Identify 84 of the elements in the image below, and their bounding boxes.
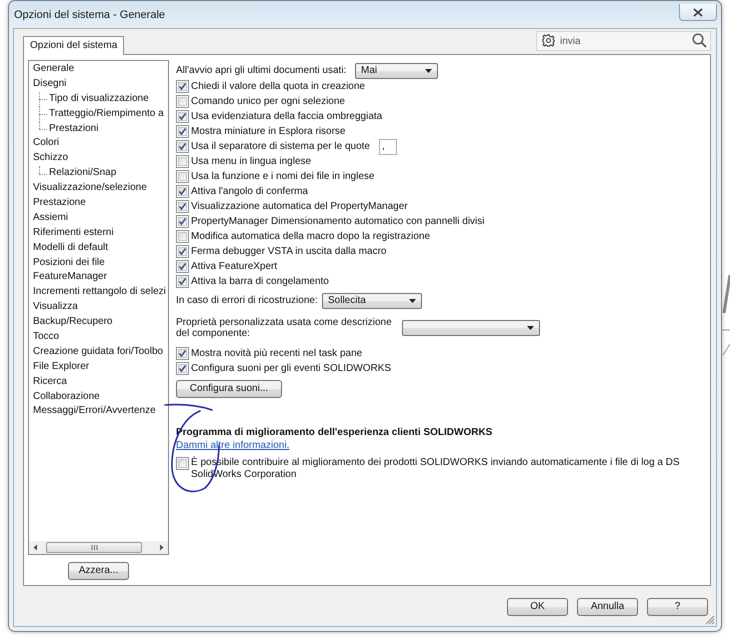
checkbox-label[interactable]: Configura suoni per gli eventi SOLIDWORKS xyxy=(191,362,392,374)
checkbox-label[interactable]: Comando unico per ogni selezione xyxy=(191,96,345,108)
tree-item[interactable]: Prestazione xyxy=(33,196,168,211)
caret-icon xyxy=(527,326,534,330)
checkbox[interactable] xyxy=(176,245,189,258)
tree-item[interactable]: FeatureManager xyxy=(33,270,168,286)
scrollbar-thumb[interactable] xyxy=(46,542,142,553)
tree-item[interactable]: Tocco xyxy=(33,330,168,345)
checkbox[interactable] xyxy=(176,457,189,470)
tab[interactable]: Opzioni del sistema xyxy=(23,36,124,55)
setting-label: In caso di errori di ricostruzione: xyxy=(176,294,319,306)
checkbox-label[interactable]: Attiva la barra di congelamento xyxy=(191,276,329,288)
checkbox[interactable] xyxy=(176,95,189,108)
checkbox[interactable] xyxy=(176,260,189,273)
tree-item[interactable]: Disegni xyxy=(33,76,168,92)
setting-label: Proprietà personalizzata usata come descrizione del componente: xyxy=(176,317,393,339)
checkbox-label[interactable]: Chiedi il valore della quota in creazione xyxy=(191,80,365,92)
checkbox-label[interactable]: Mostra novità più recenti nel task pane xyxy=(191,348,362,360)
dropdown[interactable] xyxy=(402,320,540,336)
checkbox-label[interactable]: Usa evidenziatura della faccia ombreggiata xyxy=(191,110,382,122)
setting-label: All'avvio apri gli ultimi documenti usati: xyxy=(176,64,348,76)
tree-item[interactable]: Riferimenti esterni xyxy=(33,226,168,241)
checkbox-label[interactable]: Attiva FeatureXpert xyxy=(191,260,278,272)
checkbox[interactable] xyxy=(176,215,189,228)
settings-icon[interactable] xyxy=(542,34,555,47)
dialog-button[interactable]: Annulla xyxy=(577,598,638,616)
resize-grip-icon[interactable] xyxy=(705,615,715,625)
tree-item[interactable]: Prestazioni xyxy=(33,122,168,136)
checkbox-label[interactable]: Ferma debugger VSTA in uscita dalla macro xyxy=(191,246,386,258)
tree-item[interactable]: Modelli di default xyxy=(33,240,168,256)
checkbox-label[interactable]: Usa la funzione e i nomi dei file in inglese xyxy=(191,170,374,182)
window-title: Opzioni del sistema - Generale xyxy=(14,9,166,22)
dialog-button[interactable]: ? xyxy=(647,598,708,616)
checkbox[interactable] xyxy=(176,362,189,375)
tree-item[interactable]: Messaggi/Errori/Avvertenze xyxy=(33,404,168,420)
checkbox[interactable] xyxy=(176,155,189,168)
tree-item[interactable]: Ricerca xyxy=(33,374,168,390)
tree-item[interactable]: Visualizza xyxy=(33,300,168,316)
tree-item[interactable]: Incrementi rettangolo di selezi xyxy=(33,285,168,300)
tree-item[interactable]: Tratteggio/Riempimento a xyxy=(33,106,168,122)
separator-field[interactable]: , xyxy=(378,138,397,154)
caret-icon xyxy=(425,68,432,72)
checkbox[interactable] xyxy=(176,230,189,243)
close-icon xyxy=(693,8,703,16)
configure-sounds-button[interactable]: Configura suoni... xyxy=(176,380,282,398)
checkbox-label[interactable]: Modifica automatica della macro dopo la registrazione xyxy=(191,230,430,242)
tree-item[interactable]: File Explorer xyxy=(33,360,168,375)
horizontal-scrollbar[interactable] xyxy=(29,541,168,554)
checkbox[interactable] xyxy=(176,275,189,288)
tree-item[interactable]: Visualizzazione/selezione xyxy=(33,181,168,196)
checkbox[interactable] xyxy=(176,125,189,138)
tree-item[interactable]: Posizioni dei file xyxy=(33,256,168,270)
checkbox[interactable] xyxy=(176,80,189,93)
checkbox[interactable] xyxy=(176,170,189,183)
checkbox[interactable] xyxy=(176,347,189,360)
grip-icon xyxy=(90,545,98,550)
close-button[interactable] xyxy=(679,4,717,21)
tree-item[interactable]: Creazione guidata fori/Toolbo xyxy=(33,344,168,360)
tree-item[interactable]: Backup/Recupero xyxy=(33,315,168,330)
tree-item[interactable]: Schizzo xyxy=(33,151,168,166)
more-info-link[interactable]: Dammi altre informazioni. xyxy=(176,440,290,452)
checkbox[interactable] xyxy=(176,140,189,153)
dropdown[interactable]: Sollecita xyxy=(322,292,422,308)
dropdown[interactable]: Mai xyxy=(355,62,438,78)
tree-item[interactable]: Assiemi xyxy=(33,210,168,226)
checkbox-label[interactable]: Visualizzazione automatica del PropertyManager xyxy=(191,200,408,212)
tree-item[interactable]: Tipo di visualizzazione xyxy=(33,92,168,107)
tree-item[interactable]: Generale xyxy=(33,62,168,77)
checkbox-label[interactable]: Attiva l'angolo di conferma xyxy=(191,186,308,198)
tree-item[interactable]: Collaborazione xyxy=(33,390,168,404)
tree-item[interactable]: Relazioni/Snap xyxy=(33,166,168,182)
checkbox[interactable] xyxy=(176,185,189,198)
dialog-button[interactable]: OK xyxy=(507,598,568,616)
search-icon[interactable] xyxy=(692,33,707,48)
checkbox-label[interactable]: PropertyManager Dimensionamento automatico con pannelli divisi xyxy=(191,216,484,228)
checkbox[interactable] xyxy=(176,110,189,123)
checkbox[interactable] xyxy=(176,200,189,213)
checkbox-label[interactable]: Usa il separatore di sistema per le quote xyxy=(191,140,370,152)
search-field[interactable]: invia xyxy=(536,31,711,51)
checkbox-label[interactable]: Mostra miniature in Esplora risorse xyxy=(191,126,346,138)
checkbox-label[interactable]: Usa menu in lingua inglese xyxy=(191,156,312,168)
tree-item[interactable]: Colori xyxy=(33,136,168,152)
caret-icon xyxy=(409,298,416,302)
reset-button[interactable]: Azzera... xyxy=(68,562,129,580)
